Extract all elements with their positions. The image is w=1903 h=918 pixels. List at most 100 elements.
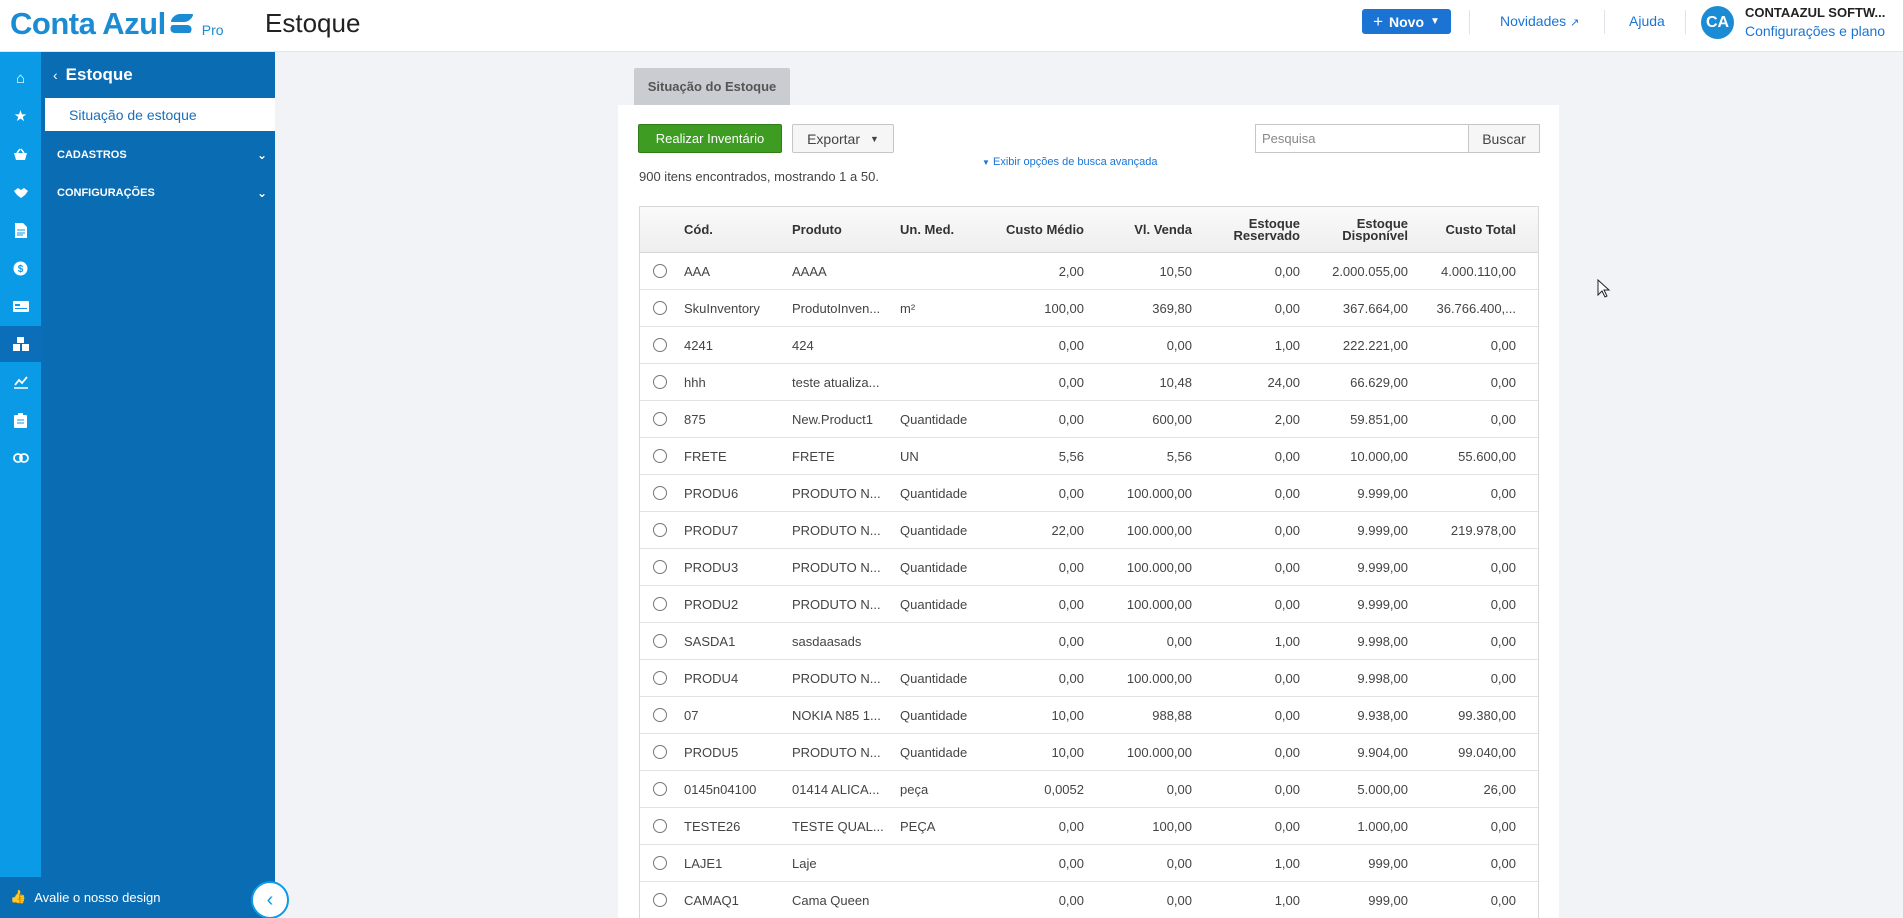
table-row[interactable]: hhh teste atualiza... 0,00 10,48 24,00 66.629… <box>640 364 1538 401</box>
row-radio[interactable] <box>653 856 667 870</box>
table-row[interactable]: 0145n04100 01414 ALICA... peça 0,0052 0,00 0,… <box>640 771 1538 808</box>
basket-icon[interactable] <box>0 136 41 172</box>
table-row[interactable]: PRODU3 PRODUTO N... Quantidade 0,00 100.000,… <box>640 549 1538 586</box>
row-radio[interactable] <box>653 893 667 907</box>
advanced-search-link[interactable]: ▼ Exibir opções de busca avançada <box>982 156 1157 168</box>
row-radio[interactable] <box>653 708 667 722</box>
sidebar-section-cadastros[interactable]: CADASTROS ⌄ <box>57 148 267 162</box>
cell-venda: 0,00 <box>1166 633 1192 649</box>
link-icon[interactable] <box>0 440 41 476</box>
row-radio[interactable] <box>653 634 667 648</box>
tab-situacao-estoque[interactable]: Situação do Estoque <box>634 68 790 105</box>
column-header-custo-medio[interactable]: Custo Médio <box>996 224 1088 236</box>
row-radio[interactable] <box>653 375 667 389</box>
export-dropdown[interactable]: Exportar ▼ <box>792 124 894 153</box>
settings-plan-link[interactable]: Configurações e plano <box>1745 23 1885 39</box>
help-link[interactable]: Ajuda <box>1629 13 1665 29</box>
cell-cod: PRODU2 <box>684 596 739 612</box>
column-header-custo-total[interactable]: Custo Total <box>1412 224 1520 236</box>
column-header-cod[interactable]: Cód. <box>680 224 788 236</box>
row-radio[interactable] <box>653 597 667 611</box>
column-header-produto[interactable]: Produto <box>788 224 896 236</box>
column-header-estoque-reservado[interactable]: Estoque Reservado <box>1196 218 1304 242</box>
row-radio[interactable] <box>653 782 667 796</box>
chevron-down-icon: ⌄ <box>256 148 267 162</box>
table-row[interactable]: TESTE26 TESTE QUAL... PEÇA 0,00 100,00 0,00 1.… <box>640 808 1538 845</box>
cell-custo: 10,00 <box>1051 744 1084 760</box>
cell-venda: 0,00 <box>1166 855 1192 871</box>
external-link-icon: ↗ <box>1570 17 1580 29</box>
row-radio[interactable] <box>653 301 667 315</box>
caret-down-icon: ▼ <box>982 158 990 167</box>
table-row[interactable]: SkuInventory ProdutoInven... m² 100,00 369,8… <box>640 290 1538 327</box>
results-count: 900 itens encontrados, mostrando 1 a 50. <box>639 169 879 184</box>
row-radio[interactable] <box>653 449 667 463</box>
table-row[interactable]: PRODU2 PRODUTO N... Quantidade 0,00 100.000,… <box>640 586 1538 623</box>
row-radio[interactable] <box>653 338 667 352</box>
table-row[interactable]: PRODU5 PRODUTO N... Quantidade 10,00 100.000… <box>640 734 1538 771</box>
cell-venda: 10,48 <box>1159 374 1192 390</box>
table-row[interactable]: 875 New.Product1 Quantidade 0,00 600,00 2,00 5… <box>640 401 1538 438</box>
cell-reservado: 0,00 <box>1274 300 1300 316</box>
novidades-link[interactable]: Novidades ↗ <box>1500 13 1579 29</box>
cell-cod: PRODU3 <box>684 559 739 575</box>
table-row[interactable]: PRODU4 PRODUTO N... Quantidade 0,00 100.000,… <box>640 660 1538 697</box>
cell-reservado: 0,00 <box>1274 818 1300 834</box>
handshake-icon[interactable] <box>0 174 41 210</box>
table-row[interactable]: 07 NOKIA N85 1... Quantidade 10,00 988,88 0,0… <box>640 697 1538 734</box>
search-input[interactable] <box>1255 124 1469 153</box>
table-row[interactable]: CAMAQ1 Cama Queen 0,00 0,00 1,00 999,00 0,00 <box>640 882 1538 918</box>
row-radio[interactable] <box>653 560 667 574</box>
table-row[interactable]: PRODU6 PRODUTO N... Quantidade 0,00 100.000,… <box>640 475 1538 512</box>
top-header: Conta Azul Pro Estoque + Novo ▼ Novidade… <box>0 0 1903 52</box>
card-icon[interactable] <box>0 288 41 324</box>
column-header-unidade[interactable]: Un. Med. <box>896 224 996 236</box>
sidebar-back-title[interactable]: ‹ Estoque <box>53 65 133 85</box>
clipboard-icon[interactable] <box>0 402 41 438</box>
realizar-inventario-button[interactable]: Realizar Inventário <box>638 124 782 153</box>
cell-produto: teste atualiza... <box>792 374 880 390</box>
money-icon[interactable]: $ <box>0 250 41 286</box>
cell-reservado: 0,00 <box>1274 707 1300 723</box>
search-button[interactable]: Buscar <box>1468 124 1540 153</box>
table-row[interactable]: PRODU7 PRODUTO N... Quantidade 22,00 100.000… <box>640 512 1538 549</box>
chart-icon[interactable] <box>0 364 41 400</box>
collapse-sidebar-button[interactable]: ‹ <box>251 881 289 918</box>
home-icon[interactable]: ⌂ <box>0 60 41 96</box>
row-radio[interactable] <box>653 745 667 759</box>
row-radio[interactable] <box>653 819 667 833</box>
chevron-left-icon: ‹ <box>266 888 274 911</box>
sidebar-item-situacao-estoque[interactable]: Situação de estoque <box>45 98 275 131</box>
row-radio[interactable] <box>653 264 667 278</box>
avatar[interactable]: CA <box>1701 6 1734 39</box>
star-icon[interactable]: ★ <box>0 98 41 134</box>
cell-un: Quantidade <box>900 522 968 538</box>
cell-disponivel: 367.664,00 <box>1342 300 1408 316</box>
cell-total: 99.380,00 <box>1458 707 1516 723</box>
table-row[interactable]: SASDA1 sasdaasads 0,00 0,00 1,00 9.998,00 0,00 <box>640 623 1538 660</box>
document-icon[interactable] <box>0 212 41 248</box>
new-button[interactable]: + Novo ▼ <box>1362 9 1451 34</box>
column-header-estoque-disponivel[interactable]: Estoque Disponível <box>1304 218 1412 242</box>
table-row[interactable]: LAJE1 Laje 0,00 0,00 1,00 999,00 0,00 <box>640 845 1538 882</box>
column-header-valor-venda[interactable]: Vl. Venda <box>1088 224 1196 236</box>
rate-design-link[interactable]: 👍 Avalie o nosso design <box>10 889 160 905</box>
table-row[interactable]: 4241 424 0,00 0,00 1,00 222.221,00 0,00 <box>640 327 1538 364</box>
new-button-label: Novo <box>1389 13 1425 30</box>
cell-total: 36.766.400,... <box>1436 300 1516 316</box>
cell-reservado: 1,00 <box>1274 892 1300 908</box>
table-row[interactable]: AAA AAAA 2,00 10,50 0,00 2.000.055,00 4.000.11… <box>640 253 1538 290</box>
sidebar-section-configuracoes[interactable]: CONFIGURAÇÕES ⌄ <box>57 186 267 200</box>
row-radio[interactable] <box>653 486 667 500</box>
table-row[interactable]: FRETE FRETE UN 5,56 5,56 0,00 10.000,00 55.600,… <box>640 438 1538 475</box>
row-radio[interactable] <box>653 412 667 426</box>
row-radio[interactable] <box>653 523 667 537</box>
cell-un: m² <box>900 300 916 316</box>
cell-disponivel: 2.000.055,00 <box>1332 263 1408 279</box>
contaazul-logo[interactable]: Conta Azul Pro <box>10 6 224 42</box>
row-radio[interactable] <box>653 671 667 685</box>
cell-cod: TESTE26 <box>684 818 741 834</box>
chevron-left-icon: ‹ <box>53 67 58 83</box>
cell-disponivel: 9.904,00 <box>1357 744 1408 760</box>
inventory-icon[interactable] <box>0 326 41 362</box>
